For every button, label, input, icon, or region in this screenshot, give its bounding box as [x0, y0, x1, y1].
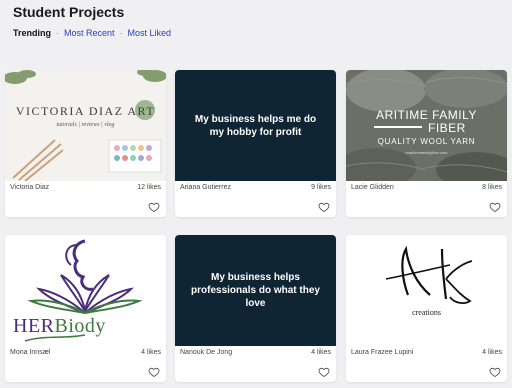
project-card[interactable]: creations Laura Frazee Lupini 4 likes [346, 235, 507, 382]
filter-separator: · [119, 28, 123, 38]
filter-separator: · [56, 28, 59, 38]
project-author[interactable]: Mona Innsæl [10, 349, 50, 356]
project-thumbnail[interactable]: My business helps me do my hobby for pro… [175, 70, 336, 181]
thumbnail-brand: VICTORIA DIAZ ART [15, 104, 156, 118]
heart-icon[interactable] [148, 201, 160, 213]
filter-bar: Trending · Most Recent · Most Liked [13, 28, 171, 38]
thumbnail-subtitle: tutorials | reviews | vlog [56, 122, 115, 128]
heart-icon[interactable] [318, 366, 330, 378]
thumbnail-site: maritimefamilyfiber.com [405, 150, 448, 155]
thumbnail-line3: QUALITY WOOL YARN [377, 137, 476, 146]
heart-icon[interactable] [148, 366, 160, 378]
ak-monogram-logo [385, 245, 473, 304]
project-meta: Ariana Gutierrez 9 likes [180, 184, 331, 191]
project-card[interactable]: VICTORIA DIAZ ART tutorials | reviews | … [5, 70, 166, 217]
filter-most-recent[interactable]: Most Recent [64, 28, 115, 38]
project-author[interactable]: Lacie Glidden [351, 184, 394, 191]
project-likes: 4 likes [482, 349, 502, 356]
project-likes: 9 likes [311, 184, 331, 191]
project-author[interactable]: Ariana Gutierrez [180, 184, 231, 191]
yarn-illustration [346, 70, 507, 181]
project-thumbnail[interactable]: ARITIME FAMILY FIBER QUALITY WOOL YARN m… [346, 70, 507, 181]
heart-icon[interactable] [489, 366, 501, 378]
project-likes: 8 likes [482, 184, 502, 191]
thumbnail-line2: FIBER [428, 121, 466, 135]
project-author[interactable]: Nanouk De Jong [180, 349, 232, 356]
project-meta: Nanouk De Jong 4 likes [180, 349, 331, 356]
filter-most-liked[interactable]: Most Liked [128, 28, 172, 38]
project-card[interactable]: My business helps me do my hobby for pro… [175, 70, 336, 217]
thumbnail-line1: ARITIME FAMILY [376, 108, 477, 122]
project-likes: 12 likes [137, 184, 161, 191]
project-card[interactable]: ARITIME FAMILY FIBER QUALITY WOOL YARN m… [346, 70, 507, 217]
project-thumbnail[interactable]: My business helps professionals do what … [175, 235, 336, 346]
thumbnail-wordmark: creations [412, 308, 441, 317]
project-likes: 4 likes [141, 349, 161, 356]
project-meta: Mona Innsæl 4 likes [10, 349, 161, 356]
project-thumbnail[interactable]: creations [346, 235, 507, 346]
divider [374, 126, 422, 128]
page-title: Student Projects [13, 4, 125, 20]
thumbnail-logo-text: HERBiody [13, 315, 106, 337]
project-meta: Laura Frazee Lupini 4 likes [351, 349, 502, 356]
project-card[interactable]: HERBiody Mona Innsæl 4 likes [5, 235, 166, 382]
project-likes: 4 likes [311, 349, 331, 356]
thumbnail-text: My business helps professionals do what … [191, 272, 320, 309]
project-author[interactable]: Laura Frazee Lupini [351, 349, 413, 356]
heart-icon[interactable] [318, 201, 330, 213]
project-meta: Victoria Diaz 12 likes [10, 184, 161, 191]
project-author[interactable]: Victoria Diaz [10, 184, 49, 191]
project-card[interactable]: My business helps professionals do what … [175, 235, 336, 382]
project-thumbnail[interactable]: HERBiody [5, 235, 166, 346]
project-thumbnail[interactable]: VICTORIA DIAZ ART tutorials | reviews | … [5, 70, 166, 181]
project-meta: Lacie Glidden 8 likes [351, 184, 502, 191]
filter-trending[interactable]: Trending [13, 28, 51, 38]
thumbnail-text: My business helps me do my hobby for pro… [194, 113, 317, 138]
heart-icon[interactable] [489, 201, 501, 213]
